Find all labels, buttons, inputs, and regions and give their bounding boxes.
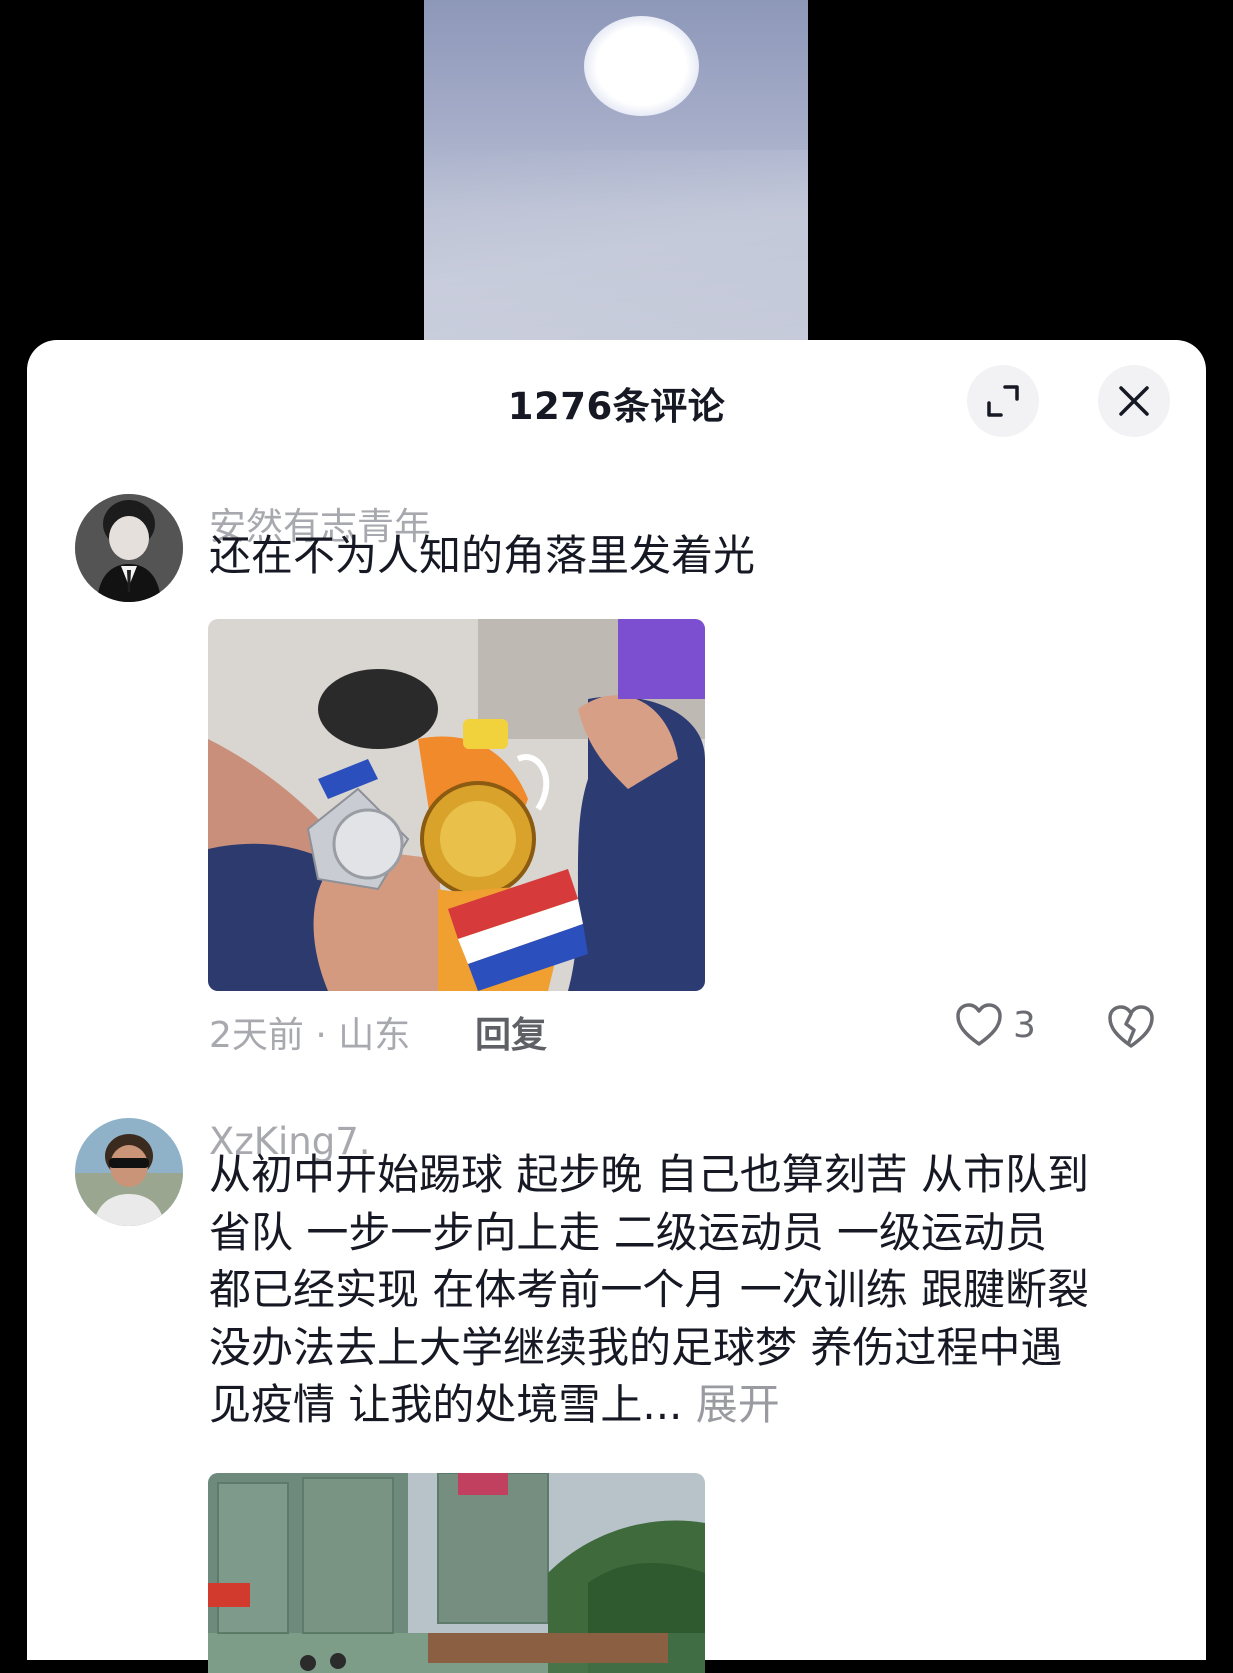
comment-text-line: 没办法去上大学继续我的足球梦 养伤过程中遇 [209,1322,1063,1372]
avatar[interactable] [75,1118,183,1226]
expand-text-link[interactable]: 展开 [696,1380,780,1429]
comment-text-truncated: 见疫情 让我的处境雪上... [209,1380,683,1429]
expand-button[interactable] [967,365,1039,437]
ceiling-lamp [584,16,699,116]
heart-icon [956,1003,1002,1046]
comments-sheet: 1276条评论 安然有志青年 还在不为人知的角落里发着光 2天前 · 山东 回复… [27,340,1206,1673]
comment-time-location: 2天前 · 山东 [209,1015,411,1056]
dislike-button[interactable] [1107,1004,1155,1054]
comment-text: 还在不为人知的角落里发着光 [209,531,756,580]
comment-image[interactable] [208,1473,705,1673]
comment-text-line: 见疫情 让我的处境雪上... 展开 [209,1376,1169,1434]
comment-text-line: 省队 一步一步向上走 二级运动员 一级运动员 [209,1207,1048,1257]
broken-heart-icon [1108,1005,1154,1048]
like-count: 3 [1013,1004,1036,1046]
close-button[interactable] [1098,365,1170,437]
comment-text-line: 都已经实现 在体考前一个月 一次训练 跟腱断裂 [209,1265,1090,1314]
avatar[interactable] [75,494,183,602]
close-icon [1119,386,1149,416]
comment-image[interactable] [208,619,705,991]
expand-icon [987,385,1019,417]
like-button[interactable]: 3 [955,1002,1036,1048]
comment-text-line: 从初中开始踢球 起步晚 自己也算刻苦 从市队到 [209,1150,1090,1199]
comment-text: 从初中开始踢球 起步晚 自己也算刻苦 从市队到 省队 一步一步向上走 二级运动员… [209,1146,1169,1434]
reply-button[interactable]: 回复 [475,1006,547,1058]
video-preview[interactable] [424,0,808,350]
